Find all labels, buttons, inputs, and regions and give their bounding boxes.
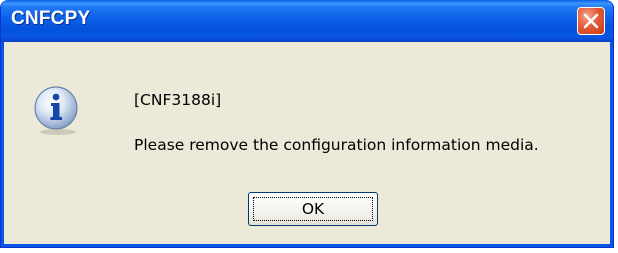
close-icon (583, 13, 599, 29)
message-dialog-window: CNFCPY [CNF3188i] Please remove the conf… (0, 0, 614, 248)
message-text: Please remove the configuration informat… (134, 136, 539, 154)
close-button[interactable] (577, 7, 605, 35)
info-icon (34, 86, 78, 135)
message-code: [CNF3188i] (134, 91, 222, 109)
ok-button[interactable]: OK (248, 192, 378, 226)
title-bar[interactable]: CNFCPY (1, 0, 613, 42)
ok-button-label: OK (253, 197, 373, 221)
dialog-body: [CNF3188i] Please remove the configurati… (4, 42, 610, 244)
window-title: CNFCPY (11, 8, 91, 29)
